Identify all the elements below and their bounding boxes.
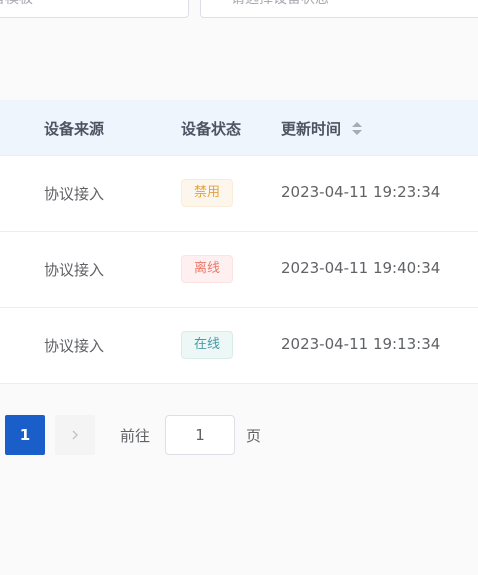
table-row: 协议接入 在线 2023-04-11 19:13:34 — [0, 308, 478, 384]
goto-label: 前往 — [120, 427, 151, 445]
table-row: 协议接入 禁用 2023-04-11 19:23:34 — [0, 156, 478, 232]
column-header-updated-time[interactable]: 更新时间 — [281, 118, 363, 139]
chevron-right-icon — [72, 430, 78, 440]
chevron-down-icon — [161, 0, 173, 1]
device-list-page: 备模板 请选择设备状态 设备来源 设备状态 更新时间 协议接入 禁用 2023-… — [0, 0, 478, 575]
column-header-source: 设备来源 — [44, 120, 105, 138]
goto-suffix: 页 — [246, 427, 262, 445]
cell-updated-time: 2023-04-11 19:23:34 — [281, 183, 441, 201]
status-badge: 离线 — [181, 255, 234, 283]
table-header: 设备来源 设备状态 更新时间 — [0, 100, 478, 156]
status-badge: 在线 — [181, 331, 234, 359]
device-table: 设备来源 设备状态 更新时间 协议接入 禁用 2023-04-11 19:23:… — [0, 100, 478, 384]
template-select[interactable]: 备模板 — [0, 0, 189, 18]
cell-source: 协议接入 — [44, 337, 105, 355]
cell-updated-time: 2023-04-11 19:13:34 — [281, 335, 441, 353]
status-select-placeholder: 请选择设备状态 — [231, 0, 329, 8]
status-badge: 禁用 — [181, 179, 234, 207]
column-header-updated-time-label: 更新时间 — [281, 120, 342, 138]
column-header-status: 设备状态 — [181, 120, 242, 138]
cell-source: 协议接入 — [44, 261, 105, 279]
next-page-button[interactable] — [55, 415, 95, 455]
pagination: 1 前往 页 — [0, 415, 478, 455]
table-row: 协议接入 离线 2023-04-11 19:40:34 — [0, 232, 478, 308]
status-select[interactable]: 请选择设备状态 — [200, 0, 478, 18]
cell-updated-time: 2023-04-11 19:40:34 — [281, 259, 441, 277]
goto-page-input[interactable] — [165, 415, 235, 455]
sort-caret-icon[interactable] — [351, 120, 363, 138]
template-select-placeholder: 备模板 — [0, 0, 33, 8]
cell-source: 协议接入 — [44, 185, 105, 203]
page-number-current[interactable]: 1 — [5, 415, 45, 455]
